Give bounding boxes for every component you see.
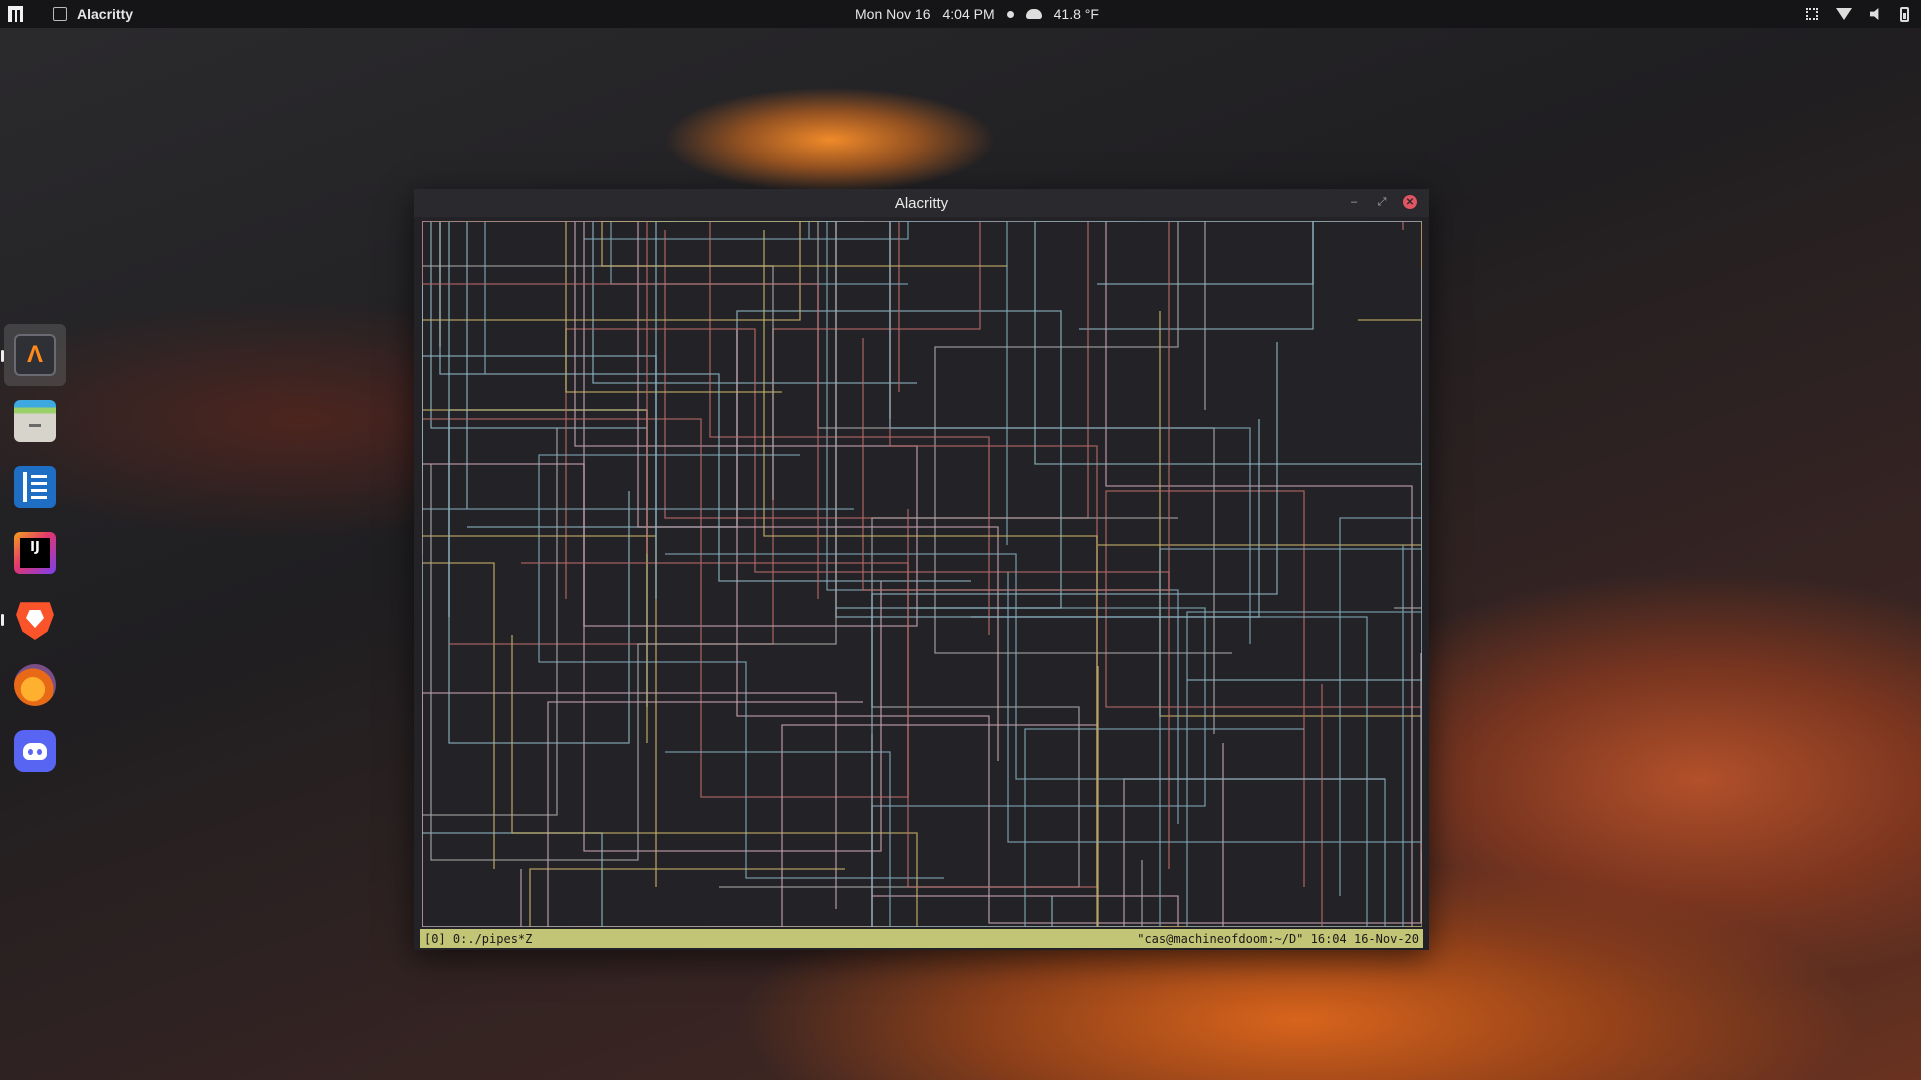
pipe-line <box>710 778 1385 927</box>
pipe-line <box>1097 221 1422 285</box>
notes-icon <box>14 466 56 508</box>
pipe-line <box>422 221 774 554</box>
volume-icon[interactable] <box>1870 8 1879 20</box>
top-bar: Alacritty Mon Nov 16 4:04 PM 41.8 °F <box>0 0 1921 28</box>
alacritty-window[interactable]: Alacritty – ⤢ ✕ [0] 0:./pipes*Z "cas@mac… <box>414 189 1429 950</box>
tmux-window-list: [0] 0:./pipes*Z <box>424 931 533 946</box>
dock-item-intellij[interactable]: IJ <box>4 522 66 584</box>
pipe-line <box>521 607 1206 927</box>
dock-item-alacritty[interactable]: Λ <box>1 324 66 386</box>
pipe-line <box>1105 455 1422 887</box>
pipe-line <box>547 701 1097 927</box>
pipe-line <box>422 428 558 927</box>
window-controls: – ⤢ ✕ <box>1347 195 1417 209</box>
firefox-icon <box>14 664 56 706</box>
intellij-icon: IJ <box>14 532 56 574</box>
pipe-line <box>889 221 1142 419</box>
dock-item-files[interactable] <box>4 390 66 452</box>
pipe-line <box>1394 221 1422 609</box>
dock-item-brave[interactable] <box>1 588 66 650</box>
pipe-line <box>665 553 1422 927</box>
system-tray <box>1806 0 1909 28</box>
pipe-line <box>422 221 810 455</box>
weather-label: 41.8 °F <box>1053 6 1099 22</box>
tmux-status-bar: [0] 0:./pipes*Z "cas@machineofdoom:~/D" … <box>420 929 1423 948</box>
pipe-line <box>1034 221 1422 681</box>
running-indicator <box>1 350 4 362</box>
dock-item-discord[interactable] <box>4 720 66 782</box>
clock-area[interactable]: Mon Nov 16 4:04 PM 41.8 °F <box>855 0 1099 28</box>
window-title: Alacritty <box>894 194 949 212</box>
pipe-line <box>574 221 918 627</box>
time-label: 4:04 PM <box>942 6 995 22</box>
pipe-line <box>665 548 1422 927</box>
pipe-line <box>1098 221 1422 546</box>
minimize-button[interactable]: – <box>1347 195 1361 209</box>
pipe-line <box>511 635 918 927</box>
discord-face-icon <box>23 742 47 760</box>
tmux-status-right: "cas@machineofdoom:~/D" 16:04 16-Nov-20 <box>1137 931 1419 946</box>
pipe-line <box>422 562 495 927</box>
maximize-button[interactable]: ⤢ <box>1375 195 1389 209</box>
window-app-icon <box>53 7 67 21</box>
pipe-line <box>601 221 1007 267</box>
wifi-icon[interactable] <box>1836 8 1852 20</box>
pipe-line <box>592 221 1025 384</box>
files-icon <box>14 400 56 442</box>
pipe-line <box>862 221 1422 591</box>
battery-icon[interactable] <box>1900 6 1909 22</box>
dock-item-firefox[interactable] <box>4 654 66 716</box>
terminal-area[interactable]: [0] 0:./pipes*Z "cas@machineofdoom:~/D" … <box>414 217 1429 950</box>
pipe-line <box>871 342 1278 927</box>
pipe-line <box>422 463 882 852</box>
discord-icon <box>14 730 56 772</box>
alacritty-icon: Λ <box>14 334 56 376</box>
intellij-label: IJ <box>20 538 50 568</box>
pipes-animation <box>422 221 1422 927</box>
workspaces-logo-icon[interactable] <box>8 6 23 22</box>
dock-item-notes[interactable] <box>4 456 66 518</box>
close-button[interactable]: ✕ <box>1403 195 1417 209</box>
focused-app-name[interactable]: Alacritty <box>77 6 133 22</box>
weather-cloud-icon <box>1025 9 1042 19</box>
running-indicator <box>1 614 4 626</box>
network-icon[interactable] <box>1806 8 1818 20</box>
pipe-line <box>1097 311 1422 927</box>
separator-dot-icon <box>1006 10 1014 18</box>
window-titlebar[interactable]: Alacritty – ⤢ ✕ <box>414 189 1429 217</box>
pipe-line <box>1079 221 1422 330</box>
brave-lion-icon <box>26 610 44 628</box>
brave-icon <box>16 602 54 640</box>
pipe-line <box>430 221 837 861</box>
date-label: Mon Nov 16 <box>855 6 931 22</box>
pipe-line <box>422 221 647 429</box>
